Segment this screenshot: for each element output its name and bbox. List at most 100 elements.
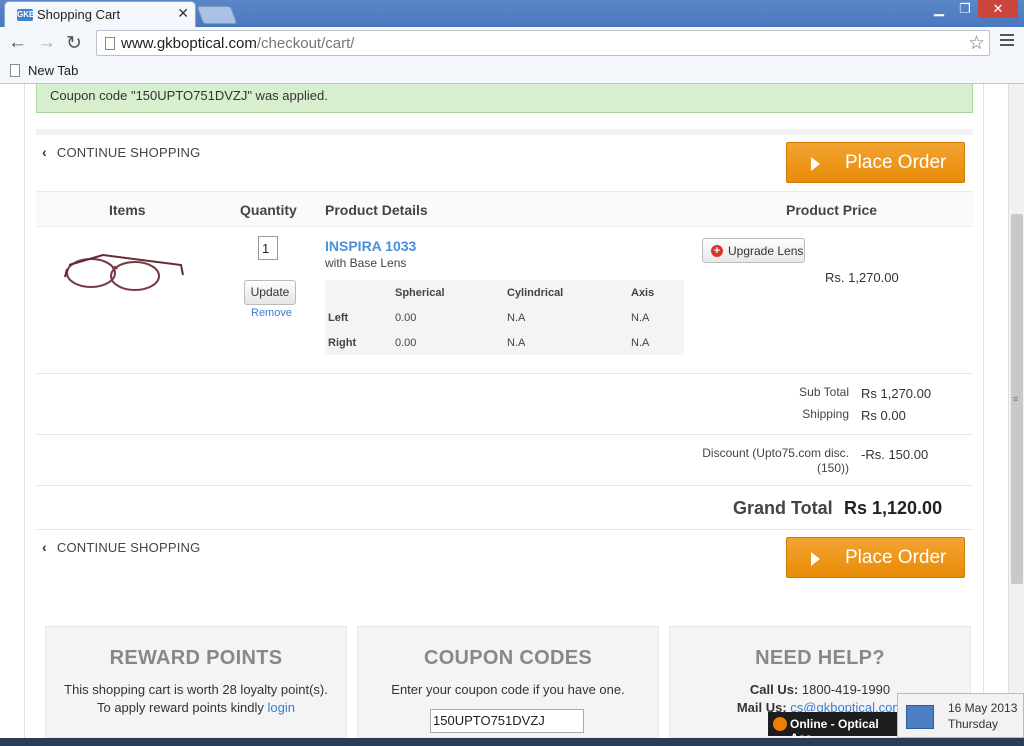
close-tab-icon[interactable]: ✕ [177,5,189,22]
header-items: Items [109,202,146,218]
need-help-title: NEED HELP? [755,647,885,669]
upgrade-lens-button[interactable]: + Upgrade Lens [702,238,805,263]
page-icon [10,64,20,77]
product-image[interactable] [63,247,187,295]
update-button[interactable]: Update [244,280,296,305]
bookmark-new-tab[interactable]: New Tab [28,63,78,78]
reward-points-title: REWARD POINTS [109,647,283,669]
play-icon [811,157,820,171]
coupon-codes-title: COUPON CODES [423,647,593,669]
lens-header-axis: Axis [631,287,655,299]
product-subtitle: with Base Lens [325,256,407,270]
calendar-icon [906,705,934,729]
continue-shopping-link-top[interactable]: ‹ CONTINUE SHOPPING [42,144,200,160]
grand-total-label: Grand Total [733,498,833,518]
date-widget: 16 May 2013 Thursday [897,693,1024,738]
discount-label: Discount (Upto75.com disc. [702,446,849,460]
chevron-left-icon: ‹ [42,144,47,160]
date-text: 16 May 2013 [948,701,1018,715]
chevron-left-icon: ‹ [42,539,47,555]
scrollbar[interactable]: ≡ [1008,84,1024,738]
lens-cell: N.A [631,337,650,349]
success-message-text: Coupon code "150UPTO751DVZJ" was applied… [50,88,328,103]
coupon-codes-text: Enter your coupon code if you have one. [391,682,625,697]
restore-icon[interactable]: ❐ [952,0,978,18]
divider [36,529,973,530]
plus-icon: + [711,245,723,257]
divider [36,434,973,435]
discount-label-cont: (150)) [816,461,849,475]
url-text: www.gkboptical.com/checkout/cart/ [121,35,354,52]
discount-value: -Rs. 150.00 [861,447,929,462]
url-host: www.gkboptical.com [121,35,257,52]
menu-icon[interactable] [1000,34,1014,49]
close-window-icon[interactable]: ✕ [978,0,1018,18]
subtotal-value: Rs 1,270.00 [861,386,932,401]
lens-cell: N.A [507,312,526,324]
product-name-link[interactable]: INSPIRA 1033 [325,238,416,254]
header-product-details: Product Details [325,202,428,218]
new-tab-button[interactable] [196,6,238,24]
lens-row-label: Right [328,337,357,349]
lens-header-cylindrical: Cylindrical [507,287,564,299]
favicon-icon: GKB [17,9,35,21]
taskbar [0,738,1024,746]
browser-chrome: GKB Shopping Cart ✕ ▁ ❐ ✕ ← → ↻ www.gkbo… [0,0,1024,84]
page-content: Coupon code "150UPTO751DVZJ" was applied… [0,84,1008,738]
page-icon [105,37,115,50]
coupon-codes-box: COUPON CODES Enter your coupon code if y… [357,626,659,738]
divider [36,485,973,486]
chat-popup[interactable]: Online - Optical Ass [768,712,898,745]
continue-shopping-label: CONTINUE SHOPPING [56,145,201,160]
grand-total-value: Rs 1,120.00 [844,498,943,518]
day-text: Thursday [948,717,999,731]
subtotal-label: Sub Total [799,385,849,399]
success-message: Coupon code "150UPTO751DVZJ" was applied… [36,84,973,113]
lens-header-spherical: Spherical [395,287,445,299]
header-quantity: Quantity [240,202,297,218]
remove-link[interactable]: Remove [251,307,292,319]
reward-points-text: This shopping cart is worth 28 loyalty p… [64,682,328,697]
browser-tab[interactable]: GKB Shopping Cart ✕ [4,1,196,27]
lens-cell: N.A [631,312,650,324]
coupon-code-input[interactable]: 150UPTO751DVZJ [430,709,584,733]
tab-title: Shopping Cart [37,7,121,22]
forward-icon[interactable]: → [37,32,56,54]
chat-status-icon [773,717,787,731]
address-bar[interactable]: www.gkboptical.com/checkout/cart/ ☆ [96,30,990,56]
bookmark-star-icon[interactable]: ☆ [968,32,985,55]
lens-cell: 0.00 [395,337,417,349]
place-order-button-top[interactable]: Place Order [786,142,965,183]
place-order-label: Place Order [845,152,947,173]
lens-cell: N.A [507,337,526,349]
url-path: /checkout/cart/ [256,35,355,52]
scroll-grip-icon: ≡ [1013,394,1019,404]
play-icon [811,552,820,566]
back-icon[interactable]: ← [8,32,27,54]
header-product-price: Product Price [786,202,878,218]
reward-points-box: REWARD POINTS This shopping cart is wort… [45,626,347,738]
reward-login-line: To apply reward points kindly login [46,700,346,715]
place-order-button-bottom[interactable]: Place Order [786,537,965,578]
upgrade-lens-label: Upgrade Lens [728,244,804,258]
quantity-input[interactable]: 1 [258,236,278,260]
lens-cell: 0.00 [395,312,417,324]
shipping-label: Shipping [802,407,849,421]
lens-row-label: Left [328,312,349,324]
login-link[interactable]: login [268,700,295,715]
call-us-label: Call Us: [749,682,799,697]
divider [36,373,973,374]
cart-table-header: Items Quantity Product Details Product P… [36,191,973,227]
divider [24,84,25,738]
product-price: Rs. 1,270.00 [825,270,899,285]
reload-icon[interactable]: ↻ [66,32,82,55]
minimize-icon[interactable]: ▁ [926,0,952,18]
divider [36,129,973,135]
continue-shopping-link-bottom[interactable]: ‹ CONTINUE SHOPPING [42,539,200,555]
call-us-value: 1800-419-1990 [801,682,891,697]
shipping-value: Rs 0.00 [861,408,906,423]
lens-details-table: Spherical Cylindrical Axis Left 0.00 N.A… [325,280,684,355]
title-bar: GKB Shopping Cart ✕ ▁ ❐ ✕ [0,0,1024,27]
continue-shopping-label: CONTINUE SHOPPING [56,540,201,555]
divider [983,84,984,738]
